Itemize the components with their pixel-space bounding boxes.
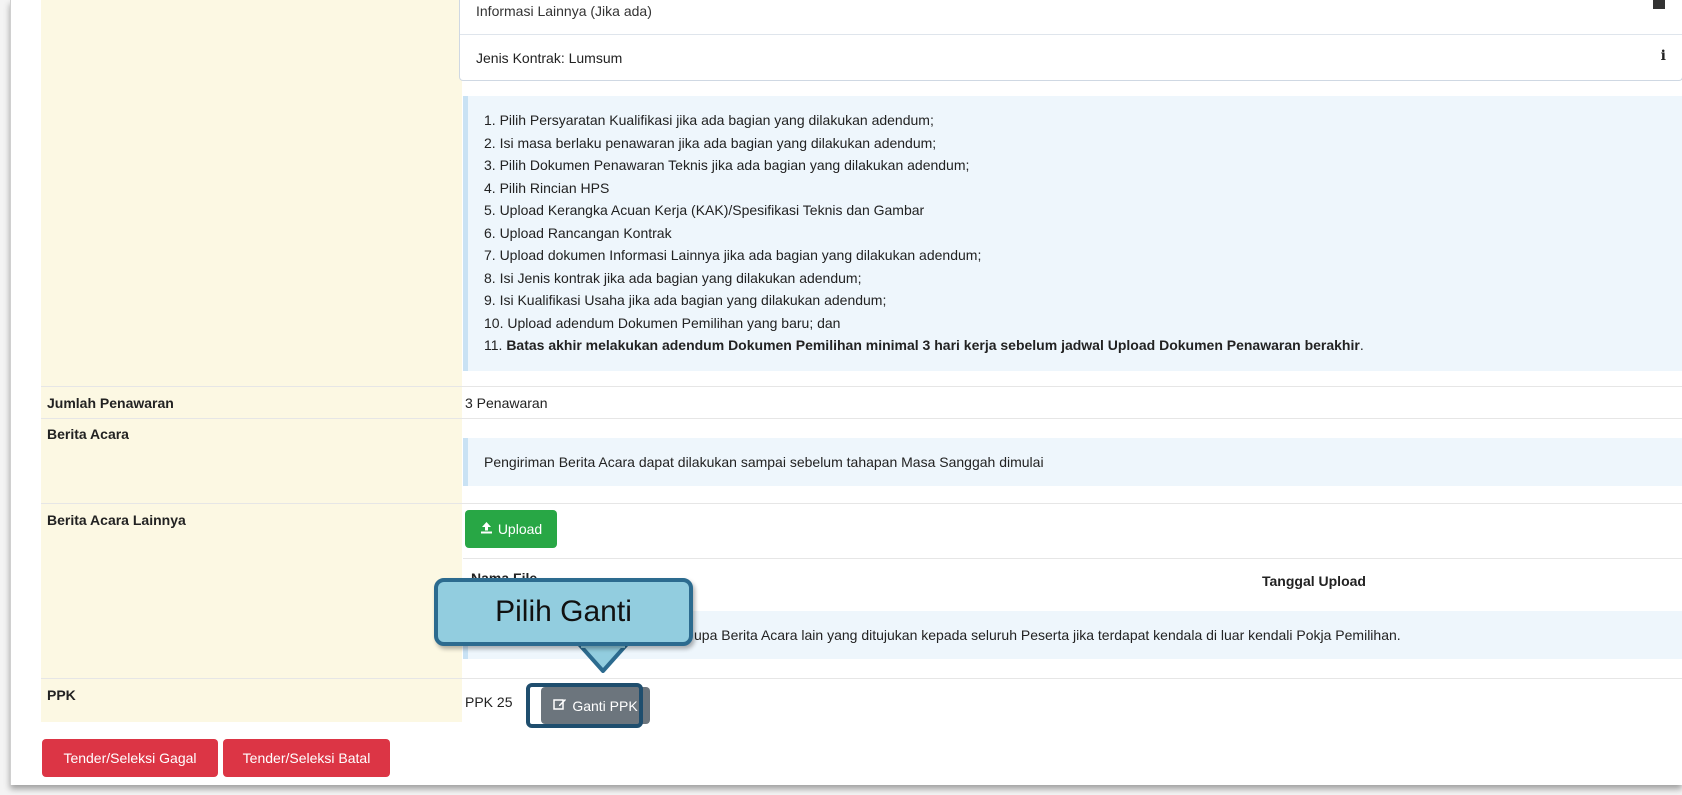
screenshot-frame: Informasi Lainnya (Jika ada) Jenis Kontr…: [0, 0, 1682, 795]
upload-button-label: Upload: [497, 521, 543, 537]
instruction-item: 10. Upload adendum Dokumen Pemilihan yan…: [484, 314, 841, 331]
instruction-deadline: Batas akhir melakukan adendum Dokumen Pe…: [506, 337, 1360, 353]
instruction-end: .: [1359, 337, 1364, 353]
callout-pointer: [578, 643, 628, 673]
row-divider: [41, 503, 1682, 504]
berita-acara-label: Berita Acara: [47, 426, 129, 442]
instruction-item: 9. Isi Kualifikasi Usaha jika ada bagian…: [484, 292, 887, 308]
berita-acara-note-text: Pengiriman Berita Acara dapat dilakukan …: [484, 454, 1044, 470]
table-divider: [463, 558, 1682, 559]
label-column: [41, 0, 462, 722]
instruction-item: 8. Isi Jenis kontrak jika ada bagian yan…: [484, 269, 862, 286]
contract-type-label: Jenis Kontrak: Lumsum: [476, 49, 623, 66]
ganti-ppk-highlight: [526, 683, 643, 728]
instruction-item: 3. Pilih Dokumen Penawaran Teknis jika a…: [484, 157, 970, 173]
ppk-value: PPK 25: [465, 694, 513, 710]
instruction-item: 2. Isi masa berlaku penawaran jika ada b…: [484, 134, 937, 151]
jumlah-penawaran-label: Jumlah Penawaran: [47, 395, 174, 411]
document-list: Informasi Lainnya (Jika ada) Jenis Kontr…: [459, 0, 1682, 81]
column-header-tanggal-upload: Tanggal Upload: [1262, 573, 1366, 589]
berita-acara-note: Pengiriman Berita Acara dapat dilakukan …: [463, 438, 1682, 486]
ppk-label: PPK: [47, 687, 76, 703]
instruction-item: 1. Pilih Persyaratan Kualifikasi jika ad…: [484, 112, 934, 128]
instruction-item: 6. Upload Rancangan Kontrak: [484, 224, 672, 241]
instruction-number: 11.: [484, 337, 507, 353]
row-divider: [41, 418, 1682, 419]
tender-batal-button[interactable]: Tender/Seleksi Batal: [223, 739, 390, 777]
callout-pilih-ganti: Pilih Ganti: [434, 578, 693, 646]
instruction-item: 7. Upload dokumen Informasi Lainnya jika…: [484, 247, 982, 263]
row-divider: [41, 678, 1682, 679]
jumlah-penawaran-value: 3 Penawaran: [465, 395, 548, 411]
file-icon[interactable]: [1652, 0, 1666, 14]
instruction-item: 4. Pilih Rincian HPS: [484, 179, 610, 196]
tender-gagal-button[interactable]: Tender/Seleksi Gagal: [42, 739, 218, 777]
instruction-list: 1. Pilih Persyaratan Kualifikasi jika ad…: [484, 109, 1667, 334]
callout-text: Pilih Ganti: [495, 595, 632, 628]
list-item-label: Informasi Lainnya (Jika ada): [476, 3, 652, 19]
berita-acara-lainnya-label: Berita Acara Lainnya: [47, 512, 186, 528]
instruction-item-last: 11. Batas akhir melakukan adendum Dokume…: [484, 334, 1667, 357]
berita-acara-lainnya-note-text: upa Berita Acara lain yang ditujukan kep…: [694, 627, 1401, 643]
instruction-item: 5. Upload Kerangka Acuan Kerja (KAK)/Spe…: [484, 202, 925, 218]
info-icon[interactable]: i: [1661, 48, 1666, 64]
upload-button[interactable]: Upload: [465, 510, 557, 548]
upload-icon: [480, 521, 493, 537]
list-item[interactable]: Jenis Kontrak: Lumsum i: [460, 34, 1682, 80]
adendum-instructions: 1. Pilih Persyaratan Kualifikasi jika ad…: [463, 96, 1682, 371]
list-item[interactable]: Informasi Lainnya (Jika ada): [460, 0, 1682, 34]
row-divider: [41, 386, 1682, 387]
page-content: Informasi Lainnya (Jika ada) Jenis Kontr…: [10, 0, 1682, 785]
